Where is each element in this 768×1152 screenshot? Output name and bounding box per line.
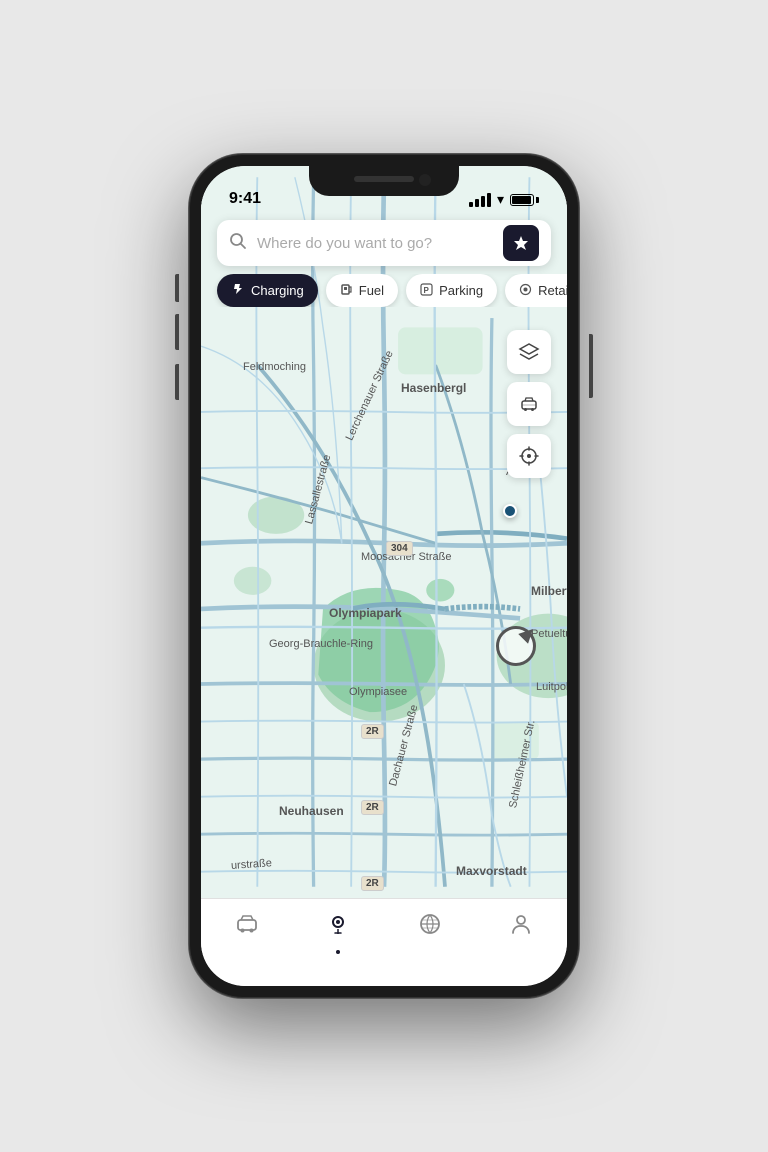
chip-fuel[interactable]: Fuel	[326, 274, 398, 307]
person-nav-icon	[508, 911, 534, 944]
chip-charging[interactable]: Charging	[217, 274, 318, 307]
phone-screen: 9:41 ▾	[201, 166, 567, 986]
nav-item-globe[interactable]	[384, 911, 476, 944]
fuel-icon	[340, 283, 353, 299]
volume-down-button[interactable]	[175, 364, 179, 400]
map-controls	[507, 330, 551, 478]
power-button[interactable]	[589, 334, 593, 398]
favorites-button[interactable]	[503, 225, 539, 261]
location-dot	[503, 504, 517, 518]
notch	[309, 166, 459, 196]
badge-2r-1: 2R	[361, 724, 384, 739]
locate-button[interactable]	[507, 434, 551, 478]
status-icons: ▾	[469, 191, 539, 208]
chip-retailer[interactable]: Retailer	[505, 274, 567, 307]
filter-chips: Charging Fuel	[201, 274, 567, 307]
parking-icon: P	[420, 283, 433, 299]
nav-item-car[interactable]	[201, 911, 293, 944]
map-nav-icon	[325, 911, 351, 944]
volume-up-button[interactable]	[175, 314, 179, 350]
retailer-icon	[519, 283, 532, 299]
chip-charging-label: Charging	[251, 283, 304, 298]
speaker	[354, 176, 414, 182]
badge-304: 304	[386, 541, 413, 556]
car-view-button[interactable]	[507, 382, 551, 426]
map-area[interactable]: Feldmoching Hasenbergl Am Hart Euro- Ind…	[201, 166, 567, 898]
chip-parking[interactable]: P Parking	[406, 274, 497, 307]
charging-icon	[231, 282, 245, 299]
wifi-icon: ▾	[497, 191, 504, 208]
nav-item-map[interactable]	[293, 911, 385, 954]
silent-button[interactable]	[175, 274, 179, 302]
search-icon	[229, 232, 247, 255]
car-pin	[496, 626, 536, 666]
bottom-nav	[201, 898, 567, 986]
badge-2r-3: 2R	[361, 876, 384, 891]
nav-active-dot	[336, 950, 340, 954]
svg-text:P: P	[424, 286, 430, 295]
chip-fuel-label: Fuel	[359, 283, 384, 298]
signal-icon	[469, 193, 491, 207]
status-time: 9:41	[229, 190, 261, 208]
chip-retailer-label: Retailer	[538, 283, 567, 298]
search-placeholder: Where do you want to go?	[257, 235, 493, 252]
layers-button[interactable]	[507, 330, 551, 374]
battery-icon	[510, 194, 539, 206]
search-bar[interactable]: Where do you want to go?	[217, 220, 551, 266]
chip-parking-label: Parking	[439, 283, 483, 298]
globe-nav-icon	[417, 911, 443, 944]
front-camera	[419, 174, 431, 186]
car-nav-icon	[234, 911, 260, 944]
badge-2r-2: 2R	[361, 800, 384, 815]
phone-frame: 9:41 ▾	[189, 154, 579, 998]
nav-item-person[interactable]	[476, 911, 568, 944]
